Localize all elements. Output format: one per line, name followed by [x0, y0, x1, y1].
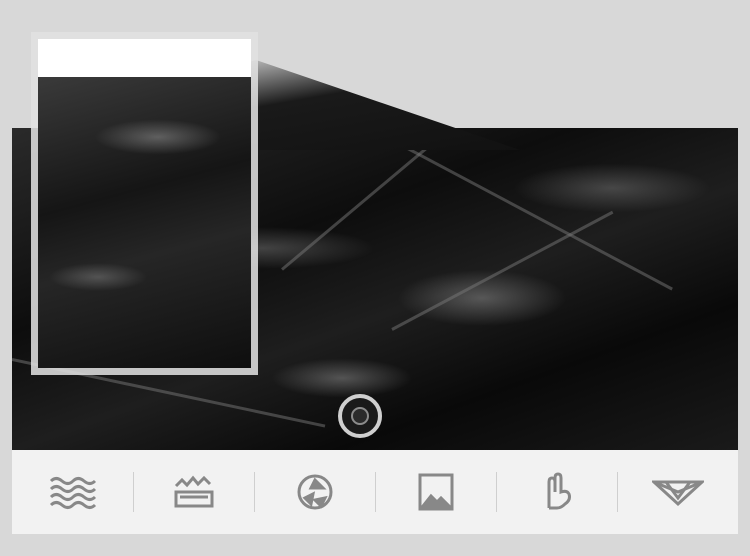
breathable-icon — [297, 474, 332, 510]
windproof-icon — [174, 475, 213, 508]
feature-icon-bar — [12, 450, 738, 534]
feature-breathable — [254, 450, 375, 534]
zoom-frame-header — [38, 39, 251, 77]
feature-windproof — [133, 450, 254, 534]
zoom-frame-image — [38, 77, 251, 368]
feature-waterproof — [12, 450, 133, 534]
snap-button — [338, 394, 382, 438]
feature-warm — [617, 450, 738, 534]
feature-soft — [496, 450, 617, 534]
feature-lightweight — [375, 450, 496, 534]
soft-touch-icon — [547, 472, 571, 510]
quilt-seam — [281, 139, 437, 271]
quilt-seam — [391, 210, 614, 331]
down-fill-icon — [651, 480, 704, 507]
quilt-seam — [371, 128, 673, 291]
image-icon — [418, 473, 453, 511]
waves-icon — [49, 477, 96, 509]
